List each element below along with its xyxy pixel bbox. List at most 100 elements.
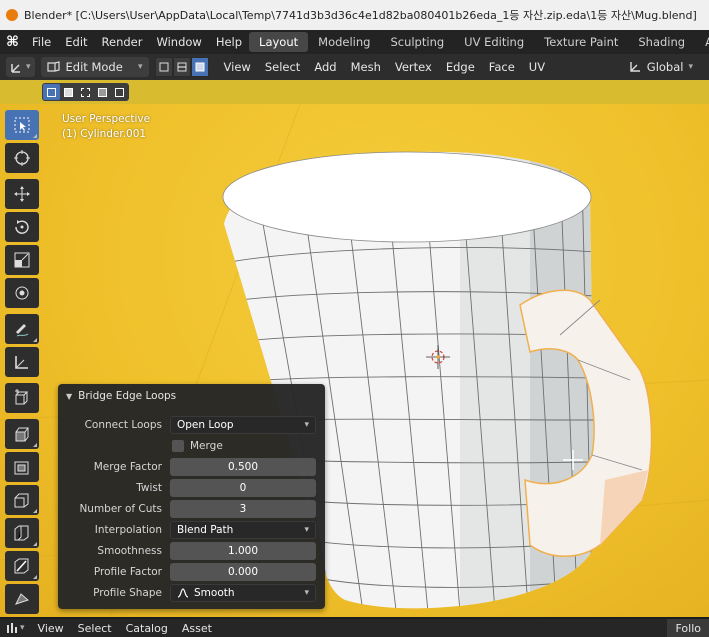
twist-field[interactable]: 0 bbox=[170, 479, 316, 497]
subtract-selection-button[interactable] bbox=[77, 84, 94, 100]
bottom-menu-asset[interactable]: Asset bbox=[175, 622, 219, 635]
tool-cursor[interactable] bbox=[5, 143, 39, 173]
blender-logo-icon[interactable]: ⌘ bbox=[6, 34, 19, 50]
tool-rotate[interactable] bbox=[5, 212, 39, 242]
asset-browser-icon bbox=[7, 623, 17, 633]
select-box-icon bbox=[14, 117, 30, 133]
menu-face[interactable]: Face bbox=[482, 60, 522, 74]
mug-top-face bbox=[222, 151, 592, 243]
tab-modeling[interactable]: Modeling bbox=[308, 32, 380, 52]
tab-sculpting[interactable]: Sculpting bbox=[380, 32, 454, 52]
number-of-cuts-field[interactable]: 3 bbox=[170, 500, 316, 518]
panel-header[interactable]: ▼ Bridge Edge Loops bbox=[58, 384, 325, 408]
chevron-down-icon: ▾ bbox=[304, 420, 309, 430]
profile-factor-label: Profile Factor bbox=[93, 566, 162, 578]
tool-bevel[interactable] bbox=[5, 485, 39, 515]
interpolation-label: Interpolation bbox=[94, 524, 162, 536]
edge-select-icon bbox=[177, 62, 187, 72]
tool-add-cube[interactable] bbox=[5, 383, 39, 413]
tool-move[interactable] bbox=[5, 179, 39, 209]
chevron-down-icon: ▾ bbox=[20, 623, 25, 633]
difference-selection-icon bbox=[98, 87, 107, 97]
profile-factor-row: Profile Factor 0.000 bbox=[58, 563, 325, 581]
extend-selection-button[interactable] bbox=[60, 84, 77, 100]
transform-orientation-dropdown[interactable]: Global ▾ bbox=[628, 60, 693, 74]
face-select-button[interactable] bbox=[190, 57, 209, 77]
twist-label: Twist bbox=[136, 482, 162, 494]
connect-loops-dropdown[interactable]: Open Loop ▾ bbox=[170, 416, 316, 434]
rotate-tool-icon bbox=[15, 220, 29, 234]
set-selection-button[interactable] bbox=[43, 84, 60, 100]
menu-select[interactable]: Select bbox=[258, 60, 307, 74]
bottom-menu-select[interactable]: Select bbox=[71, 622, 119, 635]
select-mode-toggles bbox=[154, 57, 209, 77]
connect-loops-label: Connect Loops bbox=[84, 419, 162, 431]
tool-loop-cut[interactable] bbox=[5, 518, 39, 548]
tab-texture-paint[interactable]: Texture Paint bbox=[534, 32, 628, 52]
number-of-cuts-label: Number of Cuts bbox=[79, 503, 162, 515]
poly-build-icon bbox=[15, 593, 29, 605]
edge-select-button[interactable] bbox=[172, 57, 191, 77]
tool-scale[interactable] bbox=[5, 245, 39, 275]
merge-factor-label: Merge Factor bbox=[93, 461, 162, 473]
smoothness-field[interactable]: 1.000 bbox=[170, 542, 316, 560]
menu-mesh[interactable]: Mesh bbox=[344, 60, 388, 74]
twist-row: Twist 0 bbox=[58, 479, 325, 497]
difference-selection-button[interactable] bbox=[94, 84, 111, 100]
edit-mode-icon bbox=[46, 61, 60, 72]
editor-type-selector[interactable]: ▾ bbox=[6, 57, 35, 77]
intersect-selection-button[interactable] bbox=[111, 84, 128, 100]
merge-factor-row: Merge Factor 0.500 bbox=[58, 458, 325, 476]
tool-annotate[interactable] bbox=[5, 314, 39, 344]
follow-button[interactable]: Follo bbox=[667, 619, 709, 637]
tool-knife[interactable] bbox=[5, 551, 39, 581]
tool-poly-build[interactable] bbox=[5, 584, 39, 614]
tool-inset-faces[interactable] bbox=[5, 452, 39, 482]
merge-checkbox[interactable]: Merge bbox=[172, 440, 223, 452]
merge-row: Merge bbox=[58, 437, 325, 455]
menu-file[interactable]: File bbox=[25, 35, 58, 49]
tool-select-box[interactable] bbox=[5, 110, 39, 140]
extrude-region-icon bbox=[15, 427, 29, 442]
menu-vertex[interactable]: Vertex bbox=[388, 60, 439, 74]
tab-animation[interactable]: Animation bbox=[695, 32, 709, 52]
tab-shading[interactable]: Shading bbox=[628, 32, 695, 52]
tab-layout[interactable]: Layout bbox=[249, 32, 309, 52]
chevron-down-icon: ▾ bbox=[138, 62, 143, 72]
bottom-menu-catalog[interactable]: Catalog bbox=[119, 622, 175, 635]
viewport-info-overlay: User Perspective (1) Cylinder.001 bbox=[62, 112, 150, 142]
vertex-select-button[interactable] bbox=[154, 57, 173, 77]
measure-ruler-icon bbox=[15, 356, 28, 369]
mode-dropdown[interactable]: Edit Mode ▾ bbox=[40, 57, 149, 77]
profile-shape-label: Profile Shape bbox=[93, 587, 162, 599]
editor-type-selector[interactable]: ▾ bbox=[6, 622, 25, 634]
tab-uv-editing[interactable]: UV Editing bbox=[454, 32, 534, 52]
chevron-down-icon: ▾ bbox=[26, 62, 31, 72]
tool-extrude-region[interactable] bbox=[5, 419, 39, 449]
menu-window[interactable]: Window bbox=[149, 35, 208, 49]
tool-options-indicator bbox=[33, 509, 37, 513]
menu-render[interactable]: Render bbox=[95, 35, 150, 49]
bottom-menu-view[interactable]: View bbox=[31, 622, 71, 635]
merge-label: Merge bbox=[190, 440, 223, 452]
bridge-edge-loops-panel: ▼ Bridge Edge Loops Connect Loops Open L… bbox=[58, 384, 325, 609]
menu-add[interactable]: Add bbox=[307, 60, 343, 74]
tool-options-indicator bbox=[33, 575, 37, 579]
asset-browser-header: ▾ View Select Catalog Asset Follo bbox=[0, 619, 709, 637]
profile-shape-dropdown[interactable]: Smooth ▾ bbox=[170, 584, 316, 602]
intersect-selection-icon bbox=[115, 87, 124, 97]
window-title: Blender* [C:\Users\User\AppData\Local\Te… bbox=[24, 9, 697, 22]
smooth-curve-icon bbox=[177, 588, 189, 598]
menu-uv[interactable]: UV bbox=[522, 60, 552, 74]
tool-measure[interactable] bbox=[5, 347, 39, 377]
profile-factor-field[interactable]: 0.000 bbox=[170, 563, 316, 581]
menu-view[interactable]: View bbox=[217, 60, 258, 74]
orientation-label: Global bbox=[646, 60, 684, 74]
merge-factor-field[interactable]: 0.500 bbox=[170, 458, 316, 476]
menu-edge[interactable]: Edge bbox=[439, 60, 482, 74]
menu-help[interactable]: Help bbox=[209, 35, 249, 49]
menu-edit[interactable]: Edit bbox=[58, 35, 94, 49]
interpolation-row: Interpolation Blend Path ▾ bbox=[58, 521, 325, 539]
interpolation-dropdown[interactable]: Blend Path ▾ bbox=[170, 521, 316, 539]
tool-transform[interactable] bbox=[5, 278, 39, 308]
